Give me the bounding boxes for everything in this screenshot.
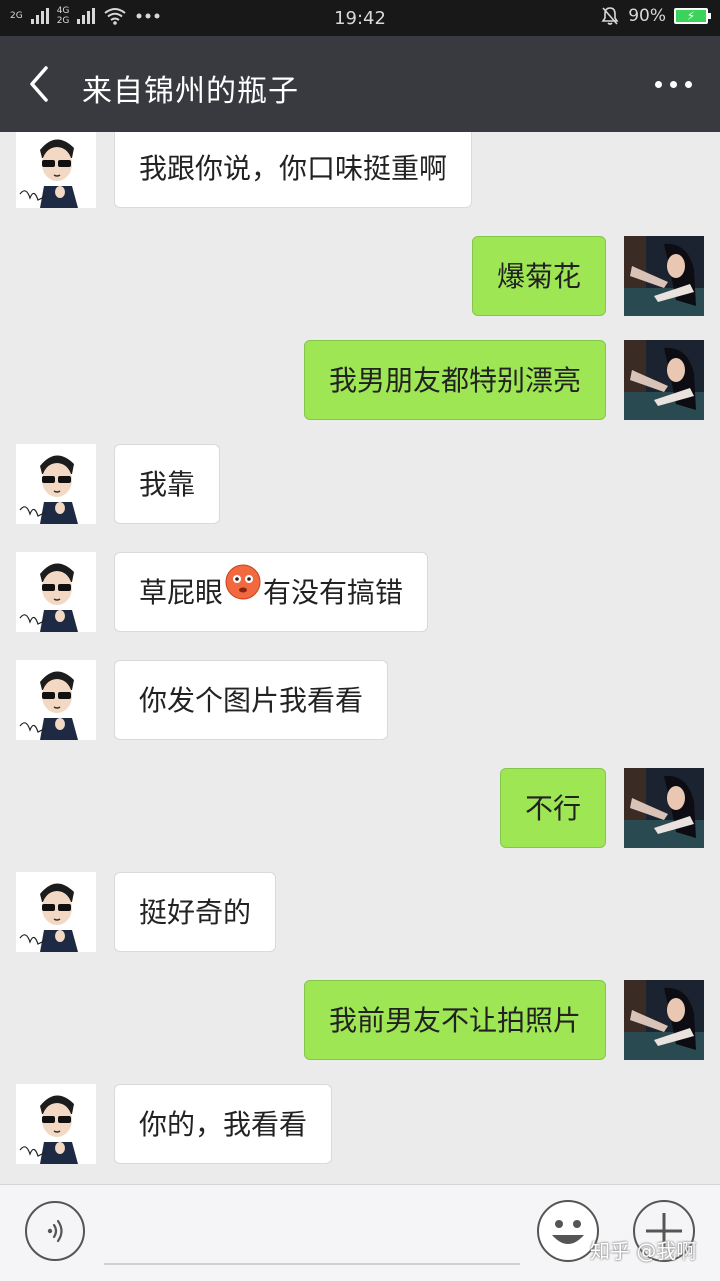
- voice-input-button[interactable]: [24, 1200, 86, 1262]
- cartoon-man-avatar-icon: [16, 660, 96, 740]
- message-text: 有没有搞错: [263, 576, 404, 609]
- bell-mute-icon: [601, 7, 619, 25]
- flushed-face-emoji-icon: [225, 551, 261, 631]
- title-bar: 来自锦州的瓶子: [0, 36, 720, 132]
- message-bubble[interactable]: 我靠: [114, 444, 221, 524]
- message-row: 草屁眼 有没有搞错: [0, 552, 720, 632]
- message-row: 你发个图片我看看: [0, 660, 720, 740]
- message-text: 草屁眼: [139, 576, 224, 609]
- message-bubble[interactable]: 你的，我看看: [114, 1084, 333, 1164]
- contact-avatar[interactable]: [16, 1084, 96, 1164]
- message-bubble[interactable]: 我跟你说，你口味挺重啊: [114, 132, 473, 208]
- contact-avatar[interactable]: [16, 132, 96, 208]
- anime-girl-avatar-icon: [624, 768, 704, 848]
- message-bubble[interactable]: 草屁眼 有没有搞错: [114, 551, 429, 632]
- message-row: 爆菊花: [0, 236, 720, 316]
- more-dot-icon: [654, 80, 662, 88]
- status-bar: 2G 4G 2G 19:42 90% ⚡: [0, 0, 720, 36]
- watermark: 知乎 @我啊: [590, 1239, 697, 1263]
- message-row: 你的，我看看: [0, 1084, 720, 1164]
- message-row: 我男朋友都特别漂亮: [0, 340, 720, 420]
- more-dot-icon: [669, 80, 677, 88]
- contact-avatar[interactable]: [16, 444, 96, 524]
- message-row: 我靠: [0, 444, 720, 524]
- contact-avatar[interactable]: [16, 660, 96, 740]
- status-right: 90% ⚡: [600, 6, 711, 26]
- cartoon-man-avatar-icon: [16, 552, 96, 632]
- message-bubble[interactable]: 你发个图片我看看: [114, 660, 389, 740]
- chat-area[interactable]: 我跟你说，你口味挺重啊 爆菊花 我男朋友都特别漂亮 我靠 草屁眼 有没有搞错 你…: [0, 132, 720, 1184]
- contact-avatar[interactable]: [16, 872, 96, 952]
- cartoon-man-avatar-icon: [16, 872, 96, 952]
- chevron-left-icon: [30, 66, 48, 102]
- cartoon-man-avatar-icon: [16, 444, 96, 524]
- message-input[interactable]: [104, 1203, 520, 1265]
- message-row: 不行: [0, 768, 720, 848]
- cartoon-man-avatar-icon: [16, 132, 96, 208]
- more-dot-icon: [684, 80, 692, 88]
- more-options-button[interactable]: [642, 62, 704, 106]
- message-bubble[interactable]: 挺好奇的: [114, 872, 277, 952]
- my-avatar[interactable]: [624, 980, 704, 1060]
- anime-girl-avatar-icon: [624, 236, 704, 316]
- my-avatar[interactable]: [624, 236, 704, 316]
- back-button[interactable]: [22, 62, 62, 106]
- message-bubble[interactable]: 不行: [499, 768, 606, 848]
- battery-icon: ⚡: [674, 8, 711, 24]
- voice-icon: [25, 1201, 85, 1261]
- anime-girl-avatar-icon: [624, 980, 704, 1060]
- my-avatar[interactable]: [624, 340, 704, 420]
- battery-percent: 90%: [628, 6, 666, 26]
- contact-avatar[interactable]: [16, 552, 96, 632]
- input-bar: 知乎 @我啊: [0, 1184, 720, 1281]
- message-row: 挺好奇的: [0, 872, 720, 952]
- chat-title: 来自锦州的瓶子: [82, 74, 299, 109]
- message-row: 我前男友不让拍照片: [0, 980, 720, 1060]
- message-bubble[interactable]: 我男朋友都特别漂亮: [303, 340, 606, 420]
- anime-girl-avatar-icon: [624, 340, 704, 420]
- my-avatar[interactable]: [624, 768, 704, 848]
- message-bubble[interactable]: 爆菊花: [471, 236, 606, 316]
- message-bubble[interactable]: 我前男友不让拍照片: [303, 980, 606, 1060]
- message-row: 我跟你说，你口味挺重啊: [0, 132, 720, 208]
- cartoon-man-avatar-icon: [16, 1084, 96, 1164]
